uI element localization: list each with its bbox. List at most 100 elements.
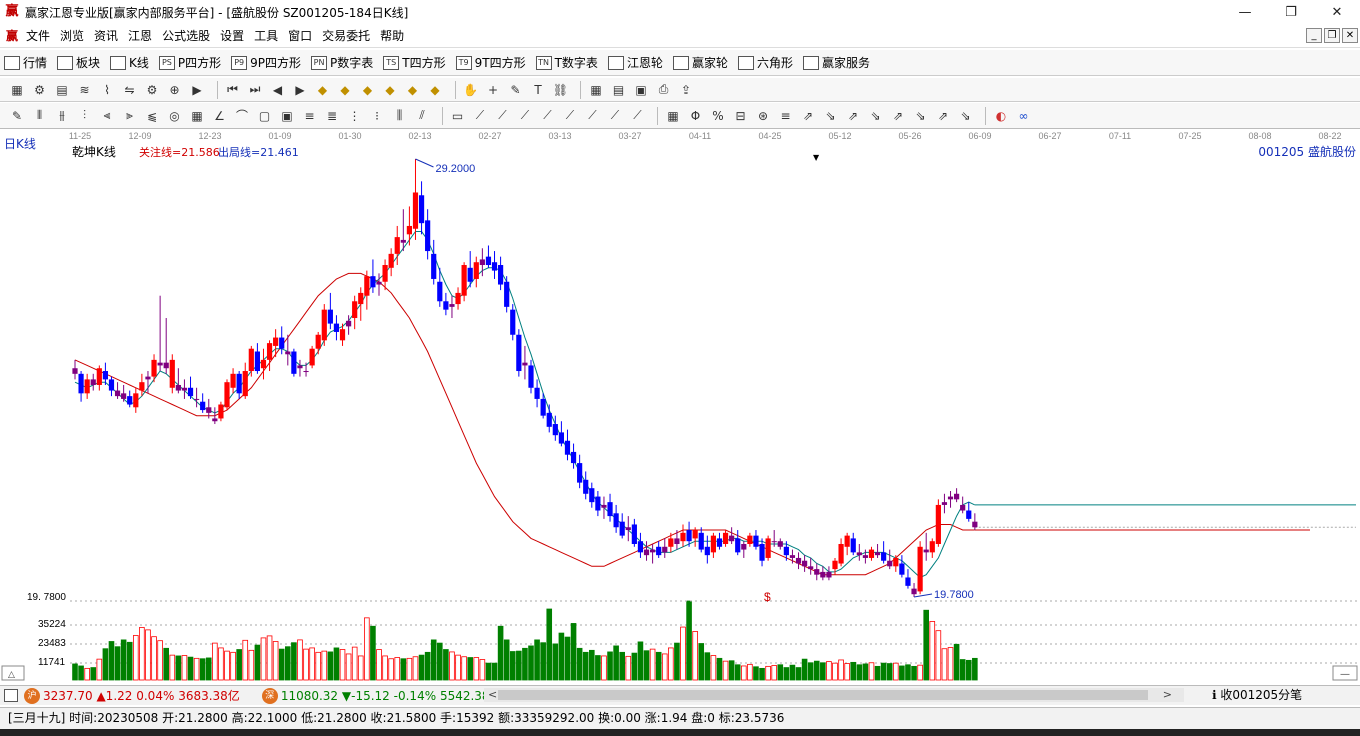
print-icon[interactable]: ⎙ [655, 81, 673, 99]
palette-icon[interactable]: ◐ [992, 107, 1010, 125]
circle-icon[interactable]: ◎ [166, 107, 184, 125]
horizontal-scrollbar[interactable]: < > [484, 688, 1184, 702]
arrow1-icon[interactable]: ⇗ [799, 107, 817, 125]
cross-icon[interactable]: + [484, 81, 502, 99]
lines4-icon[interactable]: ⁝ [368, 107, 386, 125]
arrow-chart-icon[interactable]: ▶ [188, 81, 206, 99]
diag5-icon[interactable]: ⟋ [561, 107, 579, 125]
arrow4-icon[interactable]: ⇘ [867, 107, 885, 125]
table-icon[interactable]: ▤ [610, 81, 628, 99]
minimize-button[interactable]: — [1222, 0, 1268, 24]
grid-icon[interactable]: ▦ [188, 107, 206, 125]
transform-icon[interactable]: ⇋ [121, 81, 139, 99]
first-icon[interactable]: ⏮ [224, 81, 242, 99]
left-icon[interactable]: ◀ [269, 81, 287, 99]
menu-news[interactable]: 资讯 [89, 24, 123, 48]
mdi-close-button[interactable]: ✕ [1342, 28, 1358, 43]
toolbar-t-number-button[interactable]: TN T数字表 [535, 54, 598, 71]
period-label[interactable]: 日K线 [4, 135, 36, 152]
grid-icon[interactable] [4, 689, 18, 702]
channel-icon[interactable]: ⊟ [732, 107, 750, 125]
lines3-icon[interactable]: ⋮ [346, 107, 364, 125]
menu-trade[interactable]: 交易委托 [317, 24, 375, 48]
toolbar-p-number-button[interactable]: PN P数字表 [311, 54, 373, 71]
arrow6-icon[interactable]: ⇘ [912, 107, 930, 125]
circle-bars-icon[interactable]: ⊕ [166, 81, 184, 99]
toolbar-gann-wheel-button[interactable]: 江恩轮 [607, 54, 663, 71]
diamond4-icon[interactable]: ◆ [381, 81, 399, 99]
toolbar-blocks-button[interactable]: 板块 [57, 54, 100, 71]
frame-icon[interactable]: ▣ [278, 107, 296, 125]
menu-formula[interactable]: 公式选股 [157, 24, 215, 48]
infinity-icon[interactable]: ∞ [1015, 107, 1033, 125]
arrow8-icon[interactable]: ⇘ [957, 107, 975, 125]
toolbar-p-square-button[interactable]: PS P四方形 [158, 54, 221, 71]
diag8-icon[interactable]: ⟋ [629, 107, 647, 125]
shenzhen-icon[interactable]: 深 [261, 687, 278, 704]
bars6-icon[interactable]: ⫹ [143, 107, 161, 125]
shanghai-icon[interactable]: 沪 [24, 687, 40, 704]
chart-svg[interactable]: 11-25 12-09 12-23 01-09 01-30 02-13 02-27 03-13… [0, 129, 1360, 684]
link-icon[interactable]: ⛓ [552, 81, 570, 99]
arrow3-icon[interactable]: ⇗ [844, 107, 862, 125]
save-icon[interactable]: ▣ [632, 81, 650, 99]
toolbar-grid-button[interactable]: 行情 [4, 54, 47, 71]
settings-icon[interactable]: ⚙ [31, 81, 49, 99]
mdi-restore-button[interactable]: ❐ [1324, 28, 1340, 43]
square-icon[interactable]: ▢ [256, 107, 274, 125]
bars2-icon[interactable]: ⫵ [53, 107, 71, 125]
right-icon[interactable]: ▶ [291, 81, 309, 99]
toolbar-t-square-button[interactable]: TS T四方形 [383, 54, 446, 71]
close-button[interactable]: ✕ [1314, 0, 1360, 24]
last-icon[interactable]: ⏭ [246, 81, 264, 99]
menu-browse[interactable]: 浏览 [55, 24, 89, 48]
menu-tools[interactable]: 工具 [249, 24, 283, 48]
export-icon[interactable]: ⇪ [677, 81, 695, 99]
gear-chart-icon[interactable]: ⚙ [143, 81, 161, 99]
toolbar-hexagon-button[interactable]: 六角形 [737, 54, 793, 71]
arrow2-icon[interactable]: ⇘ [822, 107, 840, 125]
menu-window[interactable]: 窗口 [283, 24, 317, 48]
lines1-icon[interactable]: ≡ [301, 107, 319, 125]
pen-icon[interactable]: ✎ [507, 81, 525, 99]
diamond5-icon[interactable]: ◆ [404, 81, 422, 99]
scroll-right-icon[interactable]: > [1163, 688, 1172, 702]
toolbar-candle-button[interactable]: K线 [110, 54, 149, 71]
angle-icon[interactable]: ∠ [211, 107, 229, 125]
pencil-icon[interactable]: ✎ [8, 107, 26, 125]
maximize-button[interactable]: ❐ [1268, 0, 1314, 24]
lines6-icon[interactable]: ⫽ [413, 107, 431, 125]
kline-chart[interactable]: 11-25 12-09 12-23 01-09 01-30 02-13 02-27 03-13… [0, 129, 1360, 684]
toolbar-9t-square-button[interactable]: T9 9T四方形 [455, 54, 526, 71]
mdi-minimize-button[interactable]: _ [1306, 28, 1322, 43]
bar-chart-icon[interactable]: ▦ [8, 81, 26, 99]
fan-icon[interactable]: ⌒ [233, 107, 251, 125]
diag1-icon[interactable]: ⟋ [471, 107, 489, 125]
toolbar-dollar-button[interactable]: 赢家服务 [802, 54, 870, 71]
bars5-icon[interactable]: ⫸ [121, 107, 139, 125]
toolbar-9p-square-button[interactable]: P9 9P四方形 [231, 54, 301, 71]
dropdown-arrow-icon[interactable]: ▼ [813, 153, 819, 162]
menu-settings[interactable]: 设置 [215, 24, 249, 48]
bars3-icon[interactable]: ⫶ [76, 107, 94, 125]
wave-icon[interactable]: ≋ [76, 81, 94, 99]
hand-icon[interactable]: ✋ [462, 81, 480, 99]
tr-icon[interactable]: T [529, 81, 547, 99]
tick-detail-button[interactable]: ℹ 收001205分笔 [1212, 686, 1302, 703]
bars4-icon[interactable]: ⫷ [98, 107, 116, 125]
gann-icon[interactable]: ⊛ [754, 107, 772, 125]
menu-file[interactable]: 文件 [21, 24, 55, 48]
diag7-icon[interactable]: ⟋ [606, 107, 624, 125]
diamond2-icon[interactable]: ◆ [336, 81, 354, 99]
fib-icon[interactable]: Φ [687, 107, 705, 125]
menu-help[interactable]: 帮助 [375, 24, 409, 48]
arrow7-icon[interactable]: ⇗ [934, 107, 952, 125]
toolbar-winner-wheel-button[interactable]: 赢家轮 [672, 54, 728, 71]
diag4-icon[interactable]: ⟋ [539, 107, 557, 125]
diag6-icon[interactable]: ⟋ [584, 107, 602, 125]
menu-gann[interactable]: 江恩 [123, 24, 157, 48]
copy-icon[interactable]: ▤ [53, 81, 71, 99]
scroll-left-icon[interactable]: < [488, 688, 497, 702]
diag3-icon[interactable]: ⟋ [516, 107, 534, 125]
percent-icon[interactable]: % [709, 107, 727, 125]
